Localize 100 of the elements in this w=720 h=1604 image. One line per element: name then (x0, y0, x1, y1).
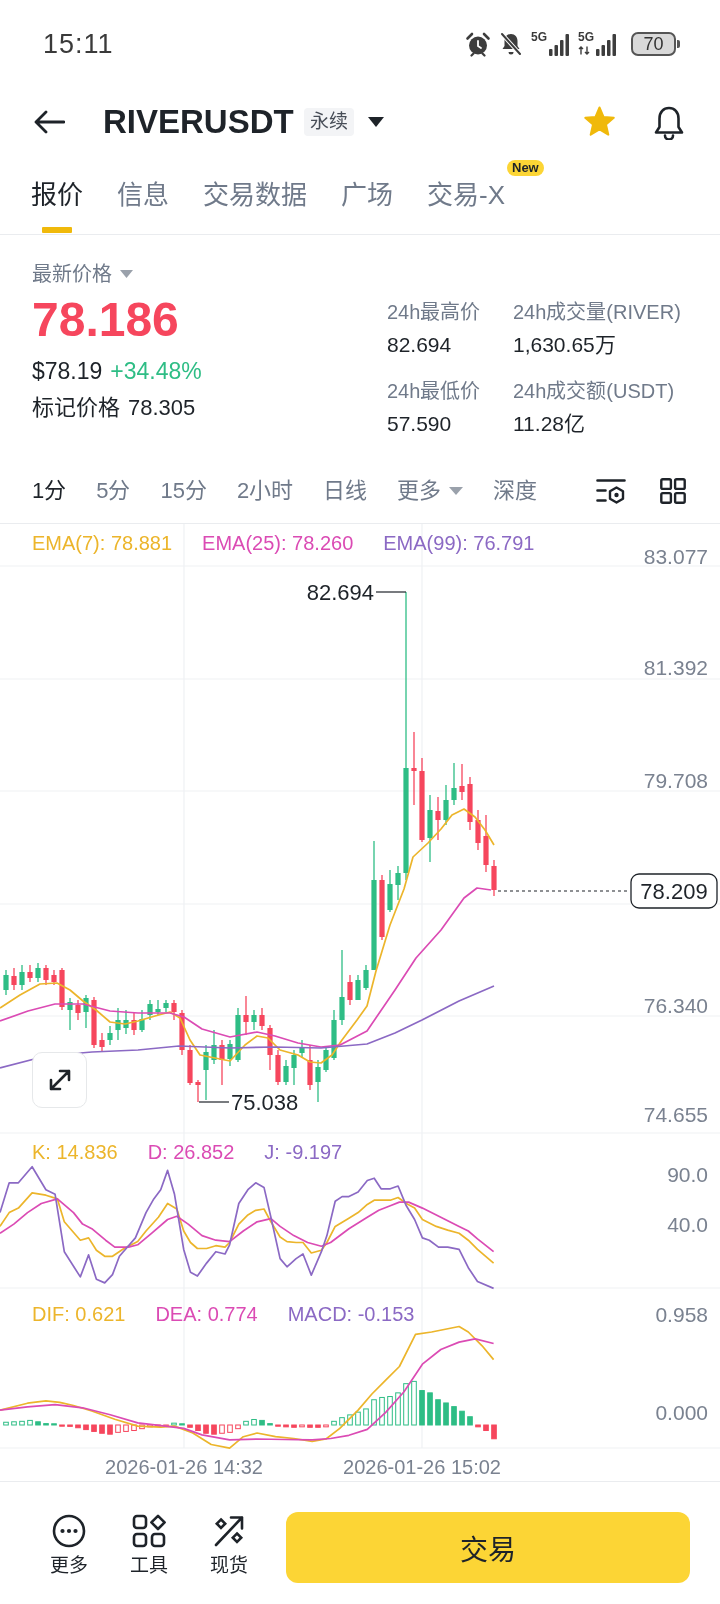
ellipsis-icon (51, 1514, 87, 1548)
grid-icon[interactable] (660, 477, 686, 504)
macd-bar (211, 1424, 217, 1435)
macd-bar (67, 1424, 73, 1427)
macd-bar (203, 1424, 209, 1434)
price-change: +34.48% (110, 357, 202, 385)
macd-bar (59, 1424, 65, 1427)
signal-icon (548, 33, 570, 57)
macd-bar (459, 1410, 465, 1426)
interval-tab[interactable]: 15分 (160, 476, 207, 505)
bell-icon[interactable] (652, 104, 686, 140)
stat-value: 1,630.65万 (513, 332, 616, 358)
macd-bar (411, 1380, 417, 1426)
ema-value-label: EMA(99): 76.791 (383, 531, 535, 555)
last-price: 78.186 (32, 292, 179, 348)
toolbar-button[interactable]: 更多 (39, 1514, 99, 1578)
ema-value-label: EMA(25): 78.260 (202, 531, 354, 555)
pair-title[interactable]: RIVERUSDT (103, 102, 294, 142)
star-icon[interactable] (583, 106, 616, 138)
tab[interactable]: 信息 (117, 179, 169, 233)
macd-bar (339, 1417, 345, 1426)
interval-tab[interactable]: 深度 (493, 476, 538, 505)
signal-icon (595, 33, 617, 57)
macd-bar (147, 1424, 153, 1428)
interval-tab[interactable]: 5分 (96, 476, 131, 505)
last-price-tag: 78.209 (630, 873, 718, 909)
caret-icon (120, 270, 133, 278)
macd-bar (19, 1420, 25, 1426)
macd-bar (91, 1424, 97, 1432)
macd-bar (427, 1392, 433, 1426)
ema-value-label: EMA(7): 78.881 (32, 531, 173, 555)
dropdown-caret-icon[interactable] (367, 117, 384, 127)
stat-value: 82.694 (387, 332, 452, 358)
low-price-leader-line (198, 1101, 230, 1103)
contract-type-badge: 永续 (303, 108, 354, 136)
tab[interactable]: 广场 (341, 179, 393, 233)
macd-bar (371, 1399, 377, 1426)
price-axis-label: 74.655 (643, 1102, 708, 1126)
macd-bar (187, 1424, 193, 1428)
stat-label: 24h成交量(RIVER) (513, 300, 681, 325)
shapes-icon (131, 1514, 167, 1548)
expand-button[interactable] (32, 1052, 87, 1108)
kdj-axis-label: 90.0 (667, 1162, 708, 1186)
time-axis-label: 2026-01-26 14:32 (105, 1456, 263, 1478)
macd-bar (315, 1424, 321, 1428)
macd-value-label: MACD: -0.153 (287, 1302, 415, 1326)
interval-tab[interactable]: 1分 (32, 476, 67, 505)
macd-bar (219, 1424, 225, 1434)
network-type-label: 5G (578, 31, 594, 44)
battery-percentage: 70 (643, 34, 664, 54)
kdj-value-label: J: -9.197 (264, 1140, 343, 1164)
tab[interactable]: 报价 (31, 179, 83, 233)
price-axis-label: 76.340 (643, 993, 708, 1017)
trade-button[interactable]: 交易 (286, 1512, 690, 1583)
price-axis-label: 79.708 (643, 768, 708, 792)
stat-value: 11.28亿 (513, 411, 585, 437)
macd-bar (475, 1424, 481, 1428)
macd-value-label: DEA: 0.774 (155, 1302, 258, 1326)
macd-bar (451, 1406, 457, 1426)
stat-label: 24h最高价 (387, 300, 481, 325)
lines-hexagon-icon[interactable] (596, 477, 626, 504)
macd-bar (379, 1396, 385, 1426)
macd-bar (467, 1416, 473, 1426)
macd-bar (139, 1424, 145, 1430)
macd-bar (75, 1424, 81, 1429)
macd-bar (403, 1383, 409, 1426)
stat-value: 57.590 (387, 411, 452, 437)
macd-bar (27, 1419, 33, 1426)
macd-bar (131, 1424, 137, 1431)
toolbar-button[interactable]: 工具 (119, 1514, 179, 1578)
interval-tab[interactable]: 日线 (323, 476, 368, 505)
price-type-dropdown[interactable]: 最新价格 (32, 262, 133, 286)
macd-bar (483, 1424, 489, 1431)
macd-bar (331, 1420, 337, 1426)
back-arrow-icon[interactable] (34, 110, 65, 134)
macd-bar (419, 1390, 425, 1426)
tab[interactable]: 交易数据 (203, 179, 307, 233)
macd-bar (435, 1399, 441, 1426)
interval-tab[interactable]: 2小时 (237, 476, 294, 505)
macd-bar (251, 1419, 257, 1426)
macd-bar (179, 1423, 185, 1426)
macd-bar (195, 1424, 201, 1431)
macd-bar (43, 1423, 49, 1426)
macd-bar (83, 1424, 89, 1431)
macd-value-label: DIF: 0.621 (32, 1302, 126, 1326)
macd-bar (115, 1424, 121, 1433)
network-type-label: 5G (530, 31, 547, 44)
stat-label: 24h成交额(USDT) (513, 379, 675, 404)
macd-bar (35, 1421, 41, 1426)
interval-menu[interactable]: 更多 (397, 476, 464, 505)
time-axis-label: 2026-01-26 15:02 (343, 1456, 501, 1478)
caret-icon (449, 486, 464, 495)
macd-bar (235, 1424, 241, 1430)
tab[interactable]: 交易-X (427, 179, 505, 233)
macd-bar (307, 1424, 313, 1428)
macd-bar (163, 1424, 169, 1427)
new-badge: New (507, 160, 544, 176)
alarm-icon (464, 31, 491, 57)
toolbar-button[interactable]: 现货 (199, 1514, 259, 1578)
macd-bar (3, 1421, 9, 1426)
